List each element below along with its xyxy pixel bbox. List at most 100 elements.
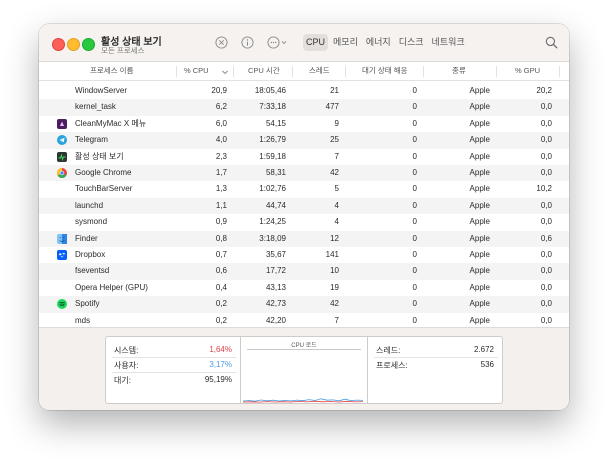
column-header-idle-wake-ups[interactable]: 대기 상태 해응 <box>362 62 408 80</box>
threads-value: 2.672 <box>473 345 494 354</box>
chart-top-line <box>247 349 361 350</box>
table-row[interactable]: TouchBarServer 1,3 1:02,76 5 0 Apple 10,2 <box>39 181 569 197</box>
finder-icon <box>57 233 67 244</box>
process-name: sysmond <box>75 217 108 227</box>
tab-disk[interactable]: 디스크 <box>396 34 427 51</box>
threads-label: 스레드: <box>376 346 401 355</box>
zoom-button[interactable] <box>82 38 95 51</box>
process-kind: Apple <box>469 184 490 194</box>
gpu-percent: 0,0 <box>540 151 552 161</box>
cpu-time: 35,67 <box>265 250 286 259</box>
cpu-percent: 6,2 <box>215 102 227 112</box>
more-options-icon[interactable] <box>267 36 289 49</box>
gpu-percent: 0,6 <box>540 233 552 243</box>
column-header-cpu[interactable]: % CPU <box>184 62 209 80</box>
cpu-time: 3:18,09 <box>259 233 286 243</box>
idle-wake-ups: 0 <box>412 86 417 95</box>
thread-count: 4 <box>334 217 339 227</box>
processes-label: 프로세스: <box>376 361 408 370</box>
idle-wake-ups: 0 <box>412 151 417 161</box>
activity-monitor-icon <box>57 151 67 162</box>
gpu-percent: 0,0 <box>540 135 552 145</box>
idle-wake-ups: 0 <box>412 184 417 194</box>
chrome-icon <box>57 168 67 179</box>
close-button[interactable] <box>52 38 65 51</box>
table-row[interactable]: Google Chrome 1,7 58,31 42 0 Apple 0,0 <box>39 165 569 182</box>
gpu-percent: 0,0 <box>540 200 552 210</box>
column-header-cpu-time[interactable]: CPU 시간 <box>248 62 280 80</box>
search-icon[interactable] <box>545 36 558 49</box>
thread-count: 5 <box>334 184 339 194</box>
process-kind: Apple <box>469 299 490 309</box>
idle-wake-ups: 0 <box>412 118 417 128</box>
column-header-name[interactable]: 프로세스 이름 <box>90 62 133 80</box>
table-row[interactable]: Spotify 0,2 42,73 42 0 Apple 0,0 <box>39 296 569 313</box>
table-row[interactable]: CleanMyMac X 메뉴 6,0 54,15 9 0 Apple 0,0 <box>39 116 569 132</box>
system-value: 1,64% <box>209 345 232 354</box>
user-load-line <box>243 398 363 402</box>
cpu-time: 1:59,18 <box>259 151 286 161</box>
dropbox-icon <box>57 250 67 261</box>
thread-count: 477 <box>325 102 339 112</box>
table-row[interactable]: Finder 0,8 3:18,09 12 0 Apple 0,6 <box>39 230 569 247</box>
stop-process-icon[interactable] <box>215 36 228 49</box>
app-subtitle[interactable]: 모든 프로세스 <box>101 45 144 56</box>
process-name: Finder <box>75 233 98 243</box>
thread-count: 19 <box>330 282 339 292</box>
tab-cpu[interactable]: CPU <box>303 34 329 51</box>
processes-value: 536 <box>480 360 494 369</box>
gpu-percent: 10,2 <box>536 184 552 194</box>
cpu-time: 1:26,79 <box>259 135 286 145</box>
table-row[interactable]: Opera Helper (GPU) 0,4 43,13 19 0 Apple 0,0 <box>39 280 569 296</box>
table-row[interactable]: Telegram 4,0 1:26,79 25 0 Apple 0,0 <box>39 132 569 149</box>
cpu-percent: 1,7 <box>215 168 227 177</box>
user-value: 3,17% <box>209 360 232 369</box>
process-name: kernel_task <box>75 102 116 112</box>
idle-label: 대기: <box>114 376 131 385</box>
process-kind: Apple <box>469 250 490 259</box>
table-row[interactable]: fseventsd 0,6 17,72 10 0 Apple 0,0 <box>39 263 569 280</box>
sort-descending-icon[interactable] <box>220 65 230 77</box>
table-header: 프로세스 이름 % CPU CPU 시간 스레드 대기 상태 해응 종류 % G… <box>39 62 569 81</box>
divider <box>112 357 236 358</box>
process-name: Telegram <box>75 135 108 145</box>
tab-memory[interactable]: 메모리 <box>330 34 361 51</box>
cpu-percent: 6,0 <box>215 118 227 128</box>
table-row[interactable]: launchd 1,1 44,74 4 0 Apple 0,0 <box>39 197 569 215</box>
column-header-gpu[interactable]: % GPU <box>515 62 540 80</box>
table-row[interactable]: 활성 상태 보기 2,3 1:59,18 7 0 Apple 0,0 <box>39 149 569 165</box>
cpu-load-box: CPU 로드 <box>241 336 367 404</box>
tab-energy[interactable]: 에너지 <box>363 34 394 51</box>
idle-value: 95,19% <box>204 375 232 384</box>
cpu-summary-panel: 시스템: 1,64% 사용자: 3,17% 대기: 95,19% CPU 로드 … <box>39 327 569 410</box>
tab-network[interactable]: 네트워크 <box>429 34 468 51</box>
thread-count-box: 스레드: 2.672 프로세스: 536 <box>367 336 503 404</box>
column-header-kind[interactable]: 종류 <box>452 62 466 80</box>
table-row[interactable]: kernel_task 6,2 7:33,18 477 0 Apple 0,0 <box>39 99 569 116</box>
titlebar: 활성 상태 보기 모든 프로세스 CPU 메모리 에너지 디스크 네트워크 <box>39 24 569 62</box>
cleanmymac-icon <box>57 118 67 129</box>
cpu-time: 1:02,76 <box>259 184 286 194</box>
column-divider <box>345 66 346 77</box>
cpu-time: 7:33,18 <box>259 102 286 112</box>
table-row[interactable]: WindowServer 20,9 18:05,46 21 0 Apple 20,2 <box>39 83 569 99</box>
cpu-usage-box: 시스템: 1,64% 사용자: 3,17% 대기: 95,19% <box>105 336 241 404</box>
column-divider <box>559 66 560 77</box>
table-row[interactable]: Dropbox 0,7 35,67 141 0 Apple 0,0 <box>39 247 569 263</box>
process-kind: Apple <box>469 217 490 227</box>
process-kind: Apple <box>469 168 490 177</box>
gpu-percent: 0,0 <box>540 102 552 112</box>
cpu-time: 42,73 <box>265 299 286 309</box>
telegram-icon <box>57 135 67 146</box>
cpu-percent: 1,3 <box>215 184 227 194</box>
gpu-percent: 0,0 <box>540 282 552 292</box>
idle-wake-ups: 0 <box>412 200 417 210</box>
minimize-button[interactable] <box>67 38 80 51</box>
idle-wake-ups: 0 <box>412 217 417 227</box>
process-kind: Apple <box>469 282 490 292</box>
column-header-threads[interactable]: 스레드 <box>309 62 330 80</box>
info-icon[interactable] <box>241 36 254 49</box>
cpu-percent: 0,2 <box>215 299 227 309</box>
table-row[interactable]: sysmond 0,9 1:24,25 4 0 Apple 0,0 <box>39 214 569 230</box>
cpu-time: 58,31 <box>265 168 286 177</box>
